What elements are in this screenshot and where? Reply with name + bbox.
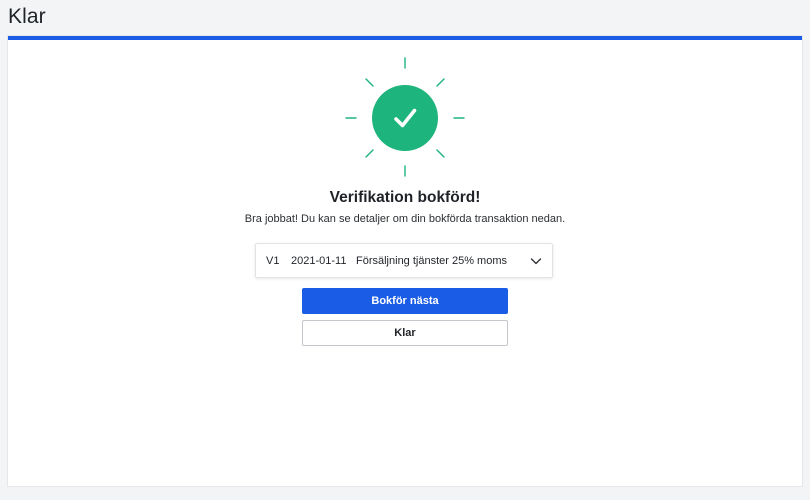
page-title: Klar bbox=[8, 5, 46, 28]
book-next-button[interactable]: Bokför nästa bbox=[302, 288, 508, 314]
confirmation-heading: Verifikation bokförd! bbox=[329, 189, 481, 206]
chevron-down-icon[interactable] bbox=[530, 255, 542, 267]
confirmation-card: Verifikation bokförd! Bra jobbat! Du kan… bbox=[8, 36, 802, 486]
confirmation-message: Bra jobbat! Du kan se detaljer om din bo… bbox=[244, 213, 566, 225]
success-icon bbox=[345, 57, 465, 177]
verification-description: Försäljning tjänster 25% moms bbox=[356, 255, 508, 267]
verification-number: V1 bbox=[266, 255, 280, 267]
verification-date: 2021-01-11 bbox=[291, 255, 347, 267]
verification-summary-row[interactable]: V1 2021-01-11 Försäljning tjänster 25% m… bbox=[255, 243, 553, 278]
done-button[interactable]: Klar bbox=[302, 320, 508, 346]
success-circle bbox=[372, 85, 438, 151]
